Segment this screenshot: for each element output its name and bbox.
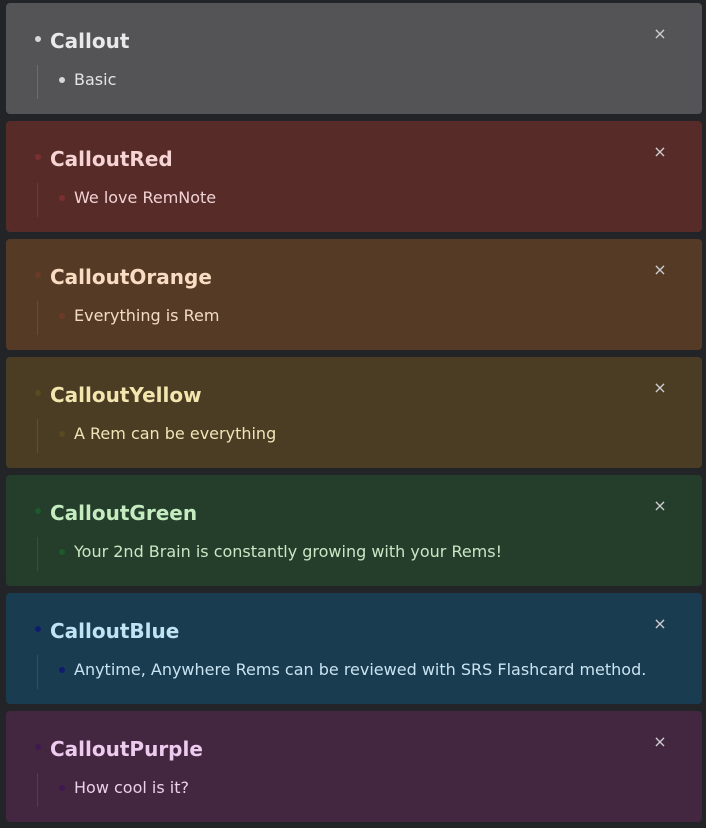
indent-guide-line [37, 301, 38, 335]
callout-body-text[interactable]: How cool is it? [74, 776, 189, 800]
callout-title[interactable]: CalloutBlue [50, 617, 179, 645]
callout-orange: CalloutOrange × Everything is Rem [6, 239, 702, 350]
bullet-icon[interactable] [59, 667, 65, 673]
callout-title[interactable]: CalloutRed [50, 145, 173, 173]
callout-body-text[interactable]: Everything is Rem [74, 304, 219, 328]
bullet-icon[interactable] [35, 36, 41, 42]
indent-guide-line [37, 655, 38, 689]
close-icon[interactable]: × [651, 143, 669, 161]
indent-guide-line [37, 183, 38, 217]
bullet-icon[interactable] [35, 744, 41, 750]
close-icon[interactable]: × [651, 379, 669, 397]
callout-yellow: CalloutYellow × A Rem can be everything [6, 357, 702, 468]
bullet-icon[interactable] [59, 195, 65, 201]
close-icon[interactable]: × [651, 497, 669, 515]
callout-blue: CalloutBlue × Anytime, Anywhere Rems can b… [6, 593, 702, 704]
callout-body-text[interactable]: Basic [74, 68, 116, 92]
callout-title[interactable]: CalloutYellow [50, 381, 202, 409]
callout-body-text[interactable]: A Rem can be everything [74, 422, 276, 446]
indent-guide-line [37, 65, 38, 99]
callout-title[interactable]: Callout [50, 27, 129, 55]
indent-guide-line [37, 773, 38, 807]
callout-body-text[interactable]: Your 2nd Brain is constantly growing wit… [74, 540, 502, 564]
bullet-icon[interactable] [59, 313, 65, 319]
callout-title[interactable]: CalloutOrange [50, 263, 212, 291]
bullet-icon[interactable] [35, 390, 41, 396]
callout-purple: CalloutPurple × How cool is it? [6, 711, 702, 822]
callout-body-text[interactable]: We love RemNote [74, 186, 216, 210]
indent-guide-line [37, 419, 38, 453]
bullet-icon[interactable] [59, 431, 65, 437]
callout-basic: Callout × Basic [6, 3, 702, 114]
bullet-icon[interactable] [35, 272, 41, 278]
close-icon[interactable]: × [651, 733, 669, 751]
callout-green: CalloutGreen × Your 2nd Brain is constantl… [6, 475, 702, 586]
close-icon[interactable]: × [651, 615, 669, 633]
bullet-icon[interactable] [59, 77, 65, 83]
indent-guide-line [37, 537, 38, 571]
bullet-icon[interactable] [35, 626, 41, 632]
close-icon[interactable]: × [651, 25, 669, 43]
callout-body-text[interactable]: Anytime, Anywhere Rems can be reviewed w… [74, 658, 646, 682]
callout-title[interactable]: CalloutGreen [50, 499, 197, 527]
callout-red: CalloutRed × We love RemNote [6, 121, 702, 232]
callout-title[interactable]: CalloutPurple [50, 735, 203, 763]
close-icon[interactable]: × [651, 261, 669, 279]
bullet-icon[interactable] [59, 785, 65, 791]
bullet-icon[interactable] [35, 508, 41, 514]
bullet-icon[interactable] [35, 154, 41, 160]
bullet-icon[interactable] [59, 549, 65, 555]
